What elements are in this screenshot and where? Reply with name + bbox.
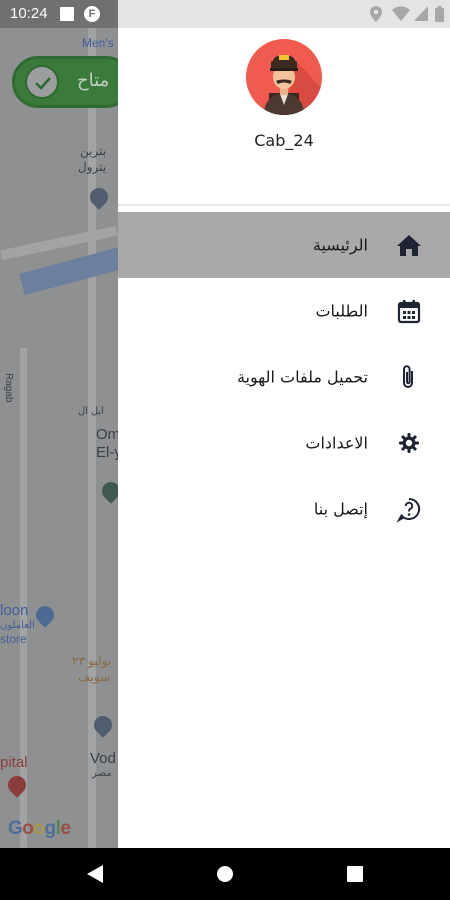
home-button-icon[interactable] bbox=[216, 864, 234, 884]
map-label: مصر bbox=[92, 768, 112, 779]
location-icon bbox=[370, 6, 382, 22]
app-notification-icon: F bbox=[84, 6, 100, 22]
paperclip-icon bbox=[403, 365, 413, 388]
drawer-menu: الرئيسية الطلبات تحميل ملفات الهوية الاع… bbox=[118, 212, 450, 542]
menu-item-upload-id[interactable]: تحميل ملفات الهوية bbox=[118, 344, 450, 410]
menu-item-orders[interactable]: الطلبات bbox=[118, 278, 450, 344]
drawer-divider bbox=[118, 204, 450, 206]
username: Cab_24 bbox=[254, 131, 314, 150]
status-bar: 10:24 F bbox=[0, 0, 450, 28]
calendar-icon bbox=[397, 300, 421, 324]
menu-item-contact-us[interactable]: إتصل بنا bbox=[118, 476, 450, 542]
avatar[interactable] bbox=[246, 39, 322, 115]
notification-square-icon bbox=[60, 7, 74, 21]
menu-item-home[interactable]: الرئيسية bbox=[118, 212, 450, 278]
home-icon bbox=[397, 235, 421, 256]
map-label: سويف bbox=[78, 670, 111, 684]
driver-avatar-icon bbox=[264, 55, 322, 115]
status-time: 10:24 bbox=[10, 5, 48, 22]
map-label: Vod bbox=[90, 750, 116, 767]
navigation-drawer: Cab_24 الرئيسية الطلبات تحميل ملفات الهو… bbox=[118, 28, 450, 848]
map-label: pital bbox=[0, 754, 28, 771]
menu-item-label: الرئيسية bbox=[312, 235, 368, 255]
availability-label: متاح bbox=[77, 70, 110, 91]
map-label: ۲۳ يوليو bbox=[72, 654, 112, 668]
map-label: ابل ال bbox=[78, 406, 104, 417]
menu-item-label: الاعدادات bbox=[305, 433, 368, 453]
map-pin-icon bbox=[98, 478, 118, 504]
system-navigation-bar bbox=[0, 848, 450, 900]
map-label: Om bbox=[96, 426, 118, 443]
map-view[interactable]: Men's بترين يترول Ragab ابل ال Om El-y l… bbox=[0, 28, 118, 848]
availability-toggle[interactable]: متاح bbox=[12, 56, 132, 108]
map-pin-icon bbox=[32, 602, 58, 628]
back-icon[interactable] bbox=[86, 864, 104, 884]
recents-icon[interactable] bbox=[346, 864, 364, 884]
gear-icon bbox=[399, 433, 419, 453]
map-label: Men's bbox=[82, 36, 114, 50]
map-road bbox=[20, 348, 27, 848]
menu-item-label: إتصل بنا bbox=[313, 499, 368, 519]
map-label: Ragab bbox=[3, 373, 14, 403]
help-circle-icon bbox=[396, 497, 421, 523]
map-label: El-y bbox=[96, 444, 118, 461]
map-label: يترول bbox=[78, 160, 107, 174]
status-icons bbox=[118, 0, 450, 28]
map-label: store bbox=[0, 632, 27, 646]
wifi-icon bbox=[392, 6, 410, 21]
menu-item-label: تحميل ملفات الهوية bbox=[236, 367, 368, 387]
check-icon bbox=[25, 65, 59, 99]
battery-icon bbox=[435, 6, 444, 22]
map-label: بترين bbox=[80, 144, 107, 158]
menu-item-settings[interactable]: الاعدادات bbox=[118, 410, 450, 476]
menu-item-label: الطلبات bbox=[315, 301, 368, 321]
map-label: العاملون bbox=[0, 620, 35, 631]
drawer-header: Cab_24 bbox=[118, 28, 450, 206]
signal-icon bbox=[414, 6, 428, 21]
map-label: loon bbox=[0, 602, 29, 619]
google-logo: Google bbox=[8, 818, 71, 839]
